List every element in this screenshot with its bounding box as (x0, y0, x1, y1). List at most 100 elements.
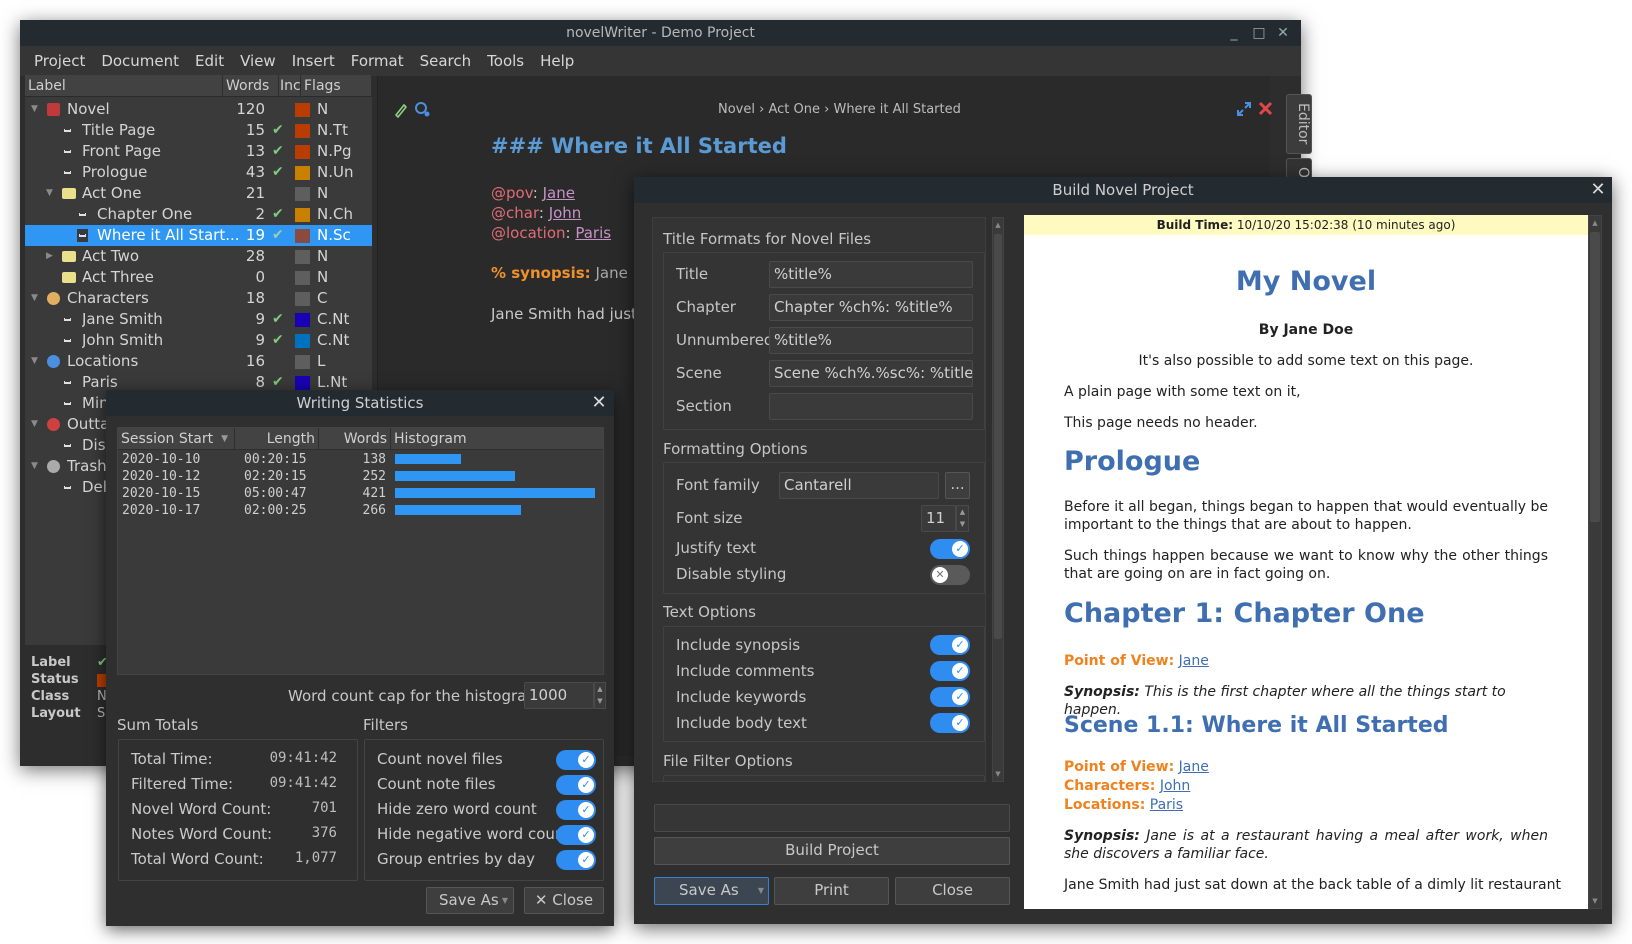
build-project-button[interactable]: Build Project (654, 837, 1010, 865)
expand-arrow-icon[interactable]: ▼ (31, 99, 41, 120)
tree-item[interactable]: Act Three 0 N (25, 267, 372, 288)
close-window-button[interactable]: ✕ (1274, 24, 1292, 42)
menu-project[interactable]: Project (26, 52, 93, 70)
save-as-button[interactable]: Save As ▼ (654, 877, 769, 905)
tree-item[interactable]: Prologue 43 ✔ N.Un (25, 162, 372, 183)
col-words[interactable]: Words (319, 428, 391, 450)
filter-toggle[interactable] (556, 850, 596, 870)
tree-item[interactable]: Front Page 13 ✔ N.Pg (25, 141, 372, 162)
tree-item[interactable]: ▼ Act One 21 N (25, 183, 372, 204)
title-format-input[interactable]: Chapter %ch%: %title% (769, 294, 973, 321)
keyword-value[interactable]: John (549, 204, 582, 222)
tree-item[interactable]: ▼ Characters 18 C (25, 288, 372, 309)
scroll-down-icon[interactable]: ▼ (993, 767, 1003, 781)
title-format-input[interactable] (769, 393, 973, 420)
menu-search[interactable]: Search (412, 52, 480, 70)
menu-edit[interactable]: Edit (187, 52, 232, 70)
expand-arrow-icon[interactable]: ▼ (46, 183, 56, 204)
collapse-arrow-icon[interactable]: ▶ (46, 246, 56, 267)
close-button[interactable]: Close (895, 877, 1010, 905)
cap-spinner[interactable]: ▲ ▼ (594, 682, 606, 709)
close-button[interactable]: ✕ Close (524, 887, 604, 914)
tree-item[interactable]: ▼ Locations 16 L (25, 351, 372, 372)
fullscreen-icon[interactable] (1236, 101, 1252, 117)
meta-link[interactable]: John (1160, 778, 1190, 794)
font-picker-button[interactable]: ... (945, 472, 970, 499)
included-check-icon[interactable]: ✔ (272, 309, 288, 330)
disable-styling-toggle[interactable] (930, 565, 970, 585)
tree-item[interactable]: ▶ Act Two 28 N (25, 246, 372, 267)
text-option-toggle[interactable] (930, 661, 970, 681)
sessions-table[interactable]: Session Start ▼ Length Words Histogram 20… (117, 427, 604, 675)
col-histogram[interactable]: Histogram (391, 428, 603, 450)
expand-arrow-icon[interactable]: ▼ (31, 288, 41, 309)
expand-arrow-icon[interactable]: ▼ (31, 351, 41, 372)
options-scrollbar[interactable]: ▲ ▼ (992, 217, 1004, 782)
close-document-icon[interactable] (1258, 101, 1273, 116)
text-option-toggle[interactable] (930, 687, 970, 707)
text-option-toggle[interactable] (930, 635, 970, 655)
build-preview[interactable]: Build Time: 10/10/20 15:02:38 (10 minute… (1024, 215, 1588, 909)
title-format-input[interactable]: Scene %ch%.%sc%: %title% (769, 360, 973, 387)
included-check-icon[interactable]: ✔ (272, 330, 288, 351)
preview-scrollbar[interactable]: ▲ ▼ (1588, 215, 1602, 909)
meta-link[interactable]: Paris (1150, 797, 1183, 813)
included-check-icon[interactable]: ✔ (272, 120, 288, 141)
col-length[interactable]: Length (235, 428, 319, 450)
expand-arrow-icon[interactable]: ▼ (31, 414, 41, 435)
close-icon[interactable]: ✕ (589, 393, 609, 413)
save-as-button[interactable]: Save As ▼ (426, 887, 514, 914)
meta-link[interactable]: Jane (1179, 653, 1209, 669)
scroll-up-icon[interactable]: ▲ (993, 218, 1003, 232)
menu-tools[interactable]: Tools (479, 52, 532, 70)
filter-toggle[interactable] (556, 800, 596, 820)
col-flags[interactable]: Flags (301, 75, 372, 97)
keyword-value[interactable]: Paris (575, 224, 611, 242)
search-icon[interactable] (414, 101, 432, 119)
text-option-toggle[interactable] (930, 713, 970, 733)
histogram-cap-input[interactable]: 1000 (524, 682, 594, 709)
tab-editor[interactable]: Editor (1286, 94, 1312, 154)
close-icon[interactable]: ✕ (1588, 180, 1608, 200)
tree-item[interactable]: Where it All Start... 19 ✔ N.Sc (25, 225, 372, 246)
included-check-icon[interactable]: ✔ (272, 204, 288, 225)
menu-insert[interactable]: Insert (284, 52, 343, 70)
col-session-start[interactable]: Session Start ▼ (118, 428, 235, 450)
minimize-button[interactable]: _ (1225, 24, 1243, 42)
session-row[interactable]: 2020-10-12 02:20:15 252 (118, 468, 603, 485)
col-inc[interactable]: Inc (279, 75, 301, 97)
font-family-input[interactable]: Cantarell (779, 472, 939, 499)
filter-toggle[interactable] (556, 750, 596, 770)
tree-item[interactable]: ▼ Novel 120 N (25, 99, 372, 120)
menu-format[interactable]: Format (343, 52, 412, 70)
included-check-icon[interactable]: ✔ (272, 162, 288, 183)
filter-toggle[interactable] (556, 775, 596, 795)
title-format-input[interactable]: %title% (769, 327, 973, 354)
maximize-button[interactable]: □ (1250, 24, 1268, 42)
expand-arrow-icon[interactable]: ▼ (31, 456, 41, 477)
meta-link[interactable]: Jane (1179, 759, 1209, 775)
scroll-up-icon[interactable]: ▲ (1589, 216, 1601, 230)
filter-toggle[interactable] (556, 825, 596, 845)
tree-item[interactable]: John Smith 9 ✔ C.Nt (25, 330, 372, 351)
col-label[interactable]: Label (25, 75, 223, 97)
justify-text-toggle[interactable] (930, 539, 970, 559)
menu-view[interactable]: View (232, 52, 284, 70)
session-row[interactable]: 2020-10-15 05:00:47 421 (118, 485, 603, 502)
session-row[interactable]: 2020-10-10 00:20:15 138 (118, 451, 603, 468)
print-button[interactable]: Print (774, 877, 889, 905)
scroll-down-icon[interactable]: ▼ (1589, 894, 1601, 908)
title-format-input[interactable]: %title% (769, 261, 973, 288)
tree-item[interactable]: Chapter One 2 ✔ N.Ch (25, 204, 372, 225)
keyword-value[interactable]: Jane (543, 184, 575, 202)
included-check-icon[interactable]: ✔ (272, 141, 288, 162)
menu-document[interactable]: Document (93, 52, 187, 70)
font-size-spinner[interactable]: ▲ ▼ (956, 505, 969, 532)
scrollbar-thumb[interactable] (994, 234, 1002, 639)
session-row[interactable]: 2020-10-17 02:00:25 266 (118, 502, 603, 519)
included-check-icon[interactable]: ✔ (272, 225, 288, 246)
tree-item[interactable]: Jane Smith 9 ✔ C.Nt (25, 309, 372, 330)
tree-item[interactable]: Title Page 15 ✔ N.Tt (25, 120, 372, 141)
scrollbar-thumb[interactable] (1590, 232, 1600, 522)
font-size-input[interactable]: 11 (921, 505, 956, 532)
